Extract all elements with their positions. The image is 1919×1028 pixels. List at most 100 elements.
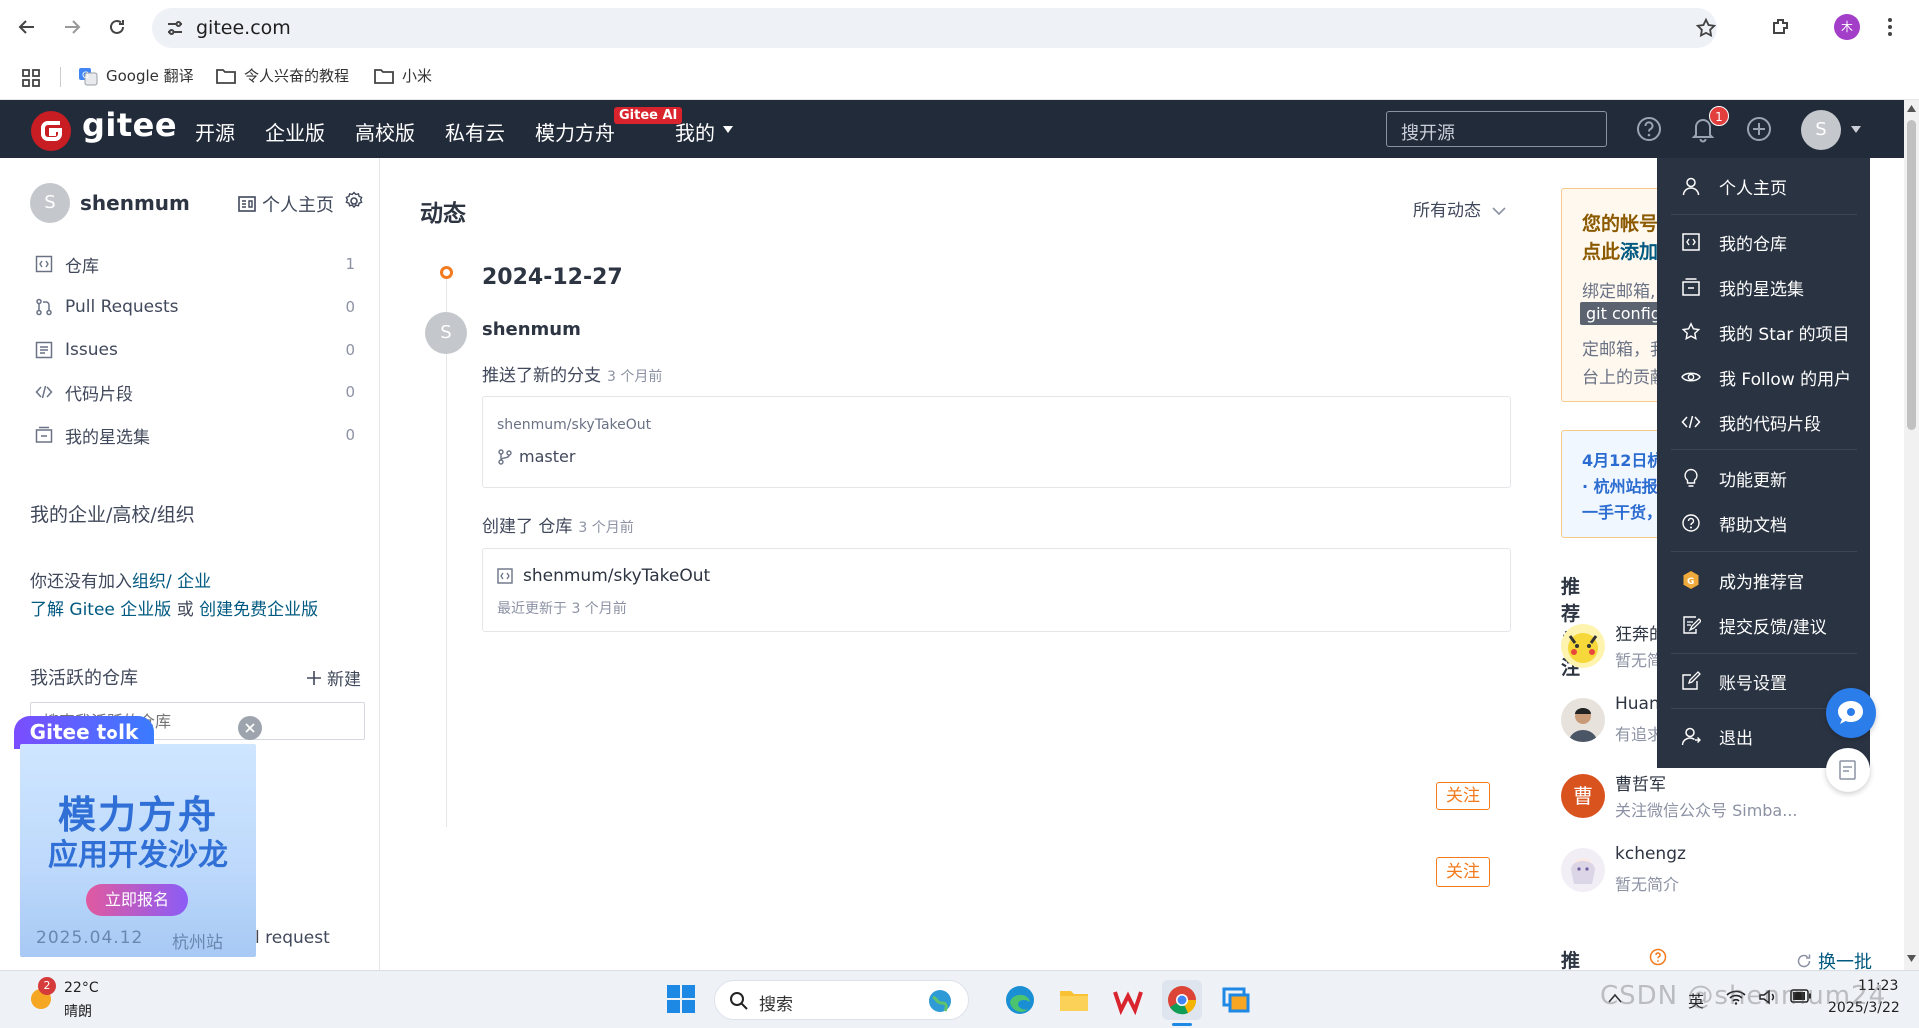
forward-button[interactable]: [54, 9, 90, 45]
homepage-link[interactable]: 个人主页: [238, 191, 334, 217]
page-scrollbar[interactable]: [1904, 100, 1919, 970]
notice-add-link[interactable]: 添加: [1620, 241, 1658, 263]
created-repo-link[interactable]: shenmum/skyTakeOut: [497, 566, 710, 586]
promo-popup[interactable]: Gitee t lk 模力方舟 应用开发沙龙 立即报名 2025.04.12 杭州…: [14, 716, 256, 957]
recommender-icon: G: [1683, 571, 1699, 589]
sidebar-item-pull-requests[interactable]: Pull Requests 0: [35, 292, 355, 322]
scroll-up-icon: [1907, 105, 1916, 112]
promo-banner[interactable]: 模力方舟 应用开发沙龙 立即报名 2025.04.12 杭州站: [20, 744, 256, 957]
feed-username[interactable]: shenmum: [482, 319, 581, 340]
enterprise-link[interactable]: 企业: [177, 572, 211, 592]
chat-bubble-icon: [1838, 701, 1863, 724]
nav-open-source[interactable]: 开源: [195, 117, 235, 146]
recommend-user-avatar[interactable]: [1561, 624, 1605, 668]
taskbar-remote-app[interactable]: [1216, 980, 1256, 1020]
follow-button[interactable]: 关注: [1436, 857, 1490, 887]
nav-enterprise[interactable]: 企业版: [265, 117, 325, 146]
nav-moli-fangzhou[interactable]: 模力方舟: [535, 117, 615, 146]
promo-register-button[interactable]: 立即报名: [86, 884, 188, 916]
address-bar[interactable]: gitee.com: [152, 8, 1717, 48]
reload-button[interactable]: [99, 9, 135, 45]
recommend-user-avatar[interactable]: 曹: [1561, 774, 1605, 818]
brand-name[interactable]: gitee: [82, 106, 177, 144]
header-avatar[interactable]: S: [1801, 110, 1841, 150]
sidebar-username[interactable]: shenmum: [80, 191, 190, 215]
sidebar-item-issues[interactable]: Issues 0: [35, 335, 355, 365]
recommend-user-name[interactable]: Huan: [1615, 694, 1660, 714]
taskbar-file-explorer[interactable]: [1054, 980, 1094, 1020]
assistant-float-button[interactable]: [1826, 688, 1876, 738]
menu-item-label: 我的 Star 的项目: [1719, 324, 1850, 345]
feed-filter-dropdown[interactable]: 所有动态: [1413, 196, 1506, 221]
start-button[interactable]: [666, 984, 696, 1014]
taskbar-edge[interactable]: [1000, 980, 1040, 1020]
extensions-icon[interactable]: [1770, 16, 1792, 38]
help-circle-icon[interactable]: [1649, 948, 1667, 966]
event-repo-link[interactable]: shenmum/skyTakeOut: [497, 417, 651, 433]
homepage-label: 个人主页: [262, 195, 334, 216]
menu-item-profile[interactable]: 个人主页: [1681, 171, 1861, 201]
apps-grid-icon[interactable]: [22, 69, 40, 87]
recommend-user-row[interactable]: 曹 曹哲军 关注微信公众号 Simba...: [1561, 770, 1861, 830]
org-link[interactable]: 组织: [132, 572, 166, 592]
notice-action-text: 点此: [1582, 241, 1621, 263]
recommend-user-name[interactable]: kchengz: [1615, 844, 1686, 864]
sidebar-item-label: Issues: [65, 340, 118, 360]
taskbar-chrome[interactable]: [1162, 980, 1202, 1020]
feedback-float-button[interactable]: [1826, 748, 1870, 792]
pull-request-icon: [36, 298, 52, 316]
menu-item-starred[interactable]: 我的 Star 的项目: [1681, 317, 1861, 347]
nav-private-cloud[interactable]: 私有云: [445, 117, 505, 146]
bookmark-folder-xiaomi[interactable]: 小米: [374, 65, 432, 86]
gitee-ai-badge[interactable]: Gitee AI: [614, 107, 683, 124]
folder-icon: [216, 68, 236, 84]
bookmark-google-translate[interactable]: G Google 翻译: [78, 65, 194, 86]
new-repo-button[interactable]: 新建: [306, 665, 361, 690]
caret-down-icon[interactable]: [1851, 126, 1861, 133]
more-menu-icon[interactable]: [1887, 16, 1893, 38]
menu-item-recommender[interactable]: G 成为推荐官: [1681, 565, 1861, 595]
taskbar-wps[interactable]: [1108, 980, 1148, 1020]
sidebar-item-snippets[interactable]: 代码片段 0: [35, 377, 355, 407]
recommend-user-name[interactable]: 曹哲军: [1615, 770, 1666, 795]
menu-item-my-collections[interactable]: 我的星选集: [1681, 272, 1861, 302]
back-arrow-icon: [18, 20, 34, 34]
gear-icon[interactable]: [344, 191, 364, 211]
follow-button[interactable]: 关注: [1436, 782, 1490, 810]
sidebar-pull-request-partial[interactable]: l request: [255, 928, 330, 948]
back-button[interactable]: [9, 9, 45, 45]
menu-item-my-snippets[interactable]: 我的代码片段: [1681, 407, 1861, 437]
profile-avatar[interactable]: 木: [1834, 14, 1860, 40]
branch-link[interactable]: master: [497, 447, 575, 466]
collection-icon: [35, 426, 53, 443]
learn-enterprise-link[interactable]: 了解 Gitee 企业版: [30, 600, 171, 620]
menu-item-my-repos[interactable]: 我的仓库: [1681, 227, 1861, 257]
search-input[interactable]: 搜开源: [1386, 111, 1607, 147]
bookmark-folder-tutorials[interactable]: 令人兴奋的教程: [216, 65, 349, 86]
branch-name: master: [519, 447, 576, 466]
sidebar-item-repos[interactable]: 仓库 1: [35, 249, 355, 279]
recommend-user-desc: 有追求: [1615, 725, 1664, 744]
promo-close-button[interactable]: [238, 716, 262, 740]
create-enterprise-link[interactable]: 创建免费企业版: [199, 600, 318, 620]
recommend-user-row[interactable]: kchengz 暂无简介: [1561, 844, 1861, 904]
sidebar-item-label: 我的星选集: [65, 427, 150, 448]
scroll-thumb[interactable]: [1907, 120, 1916, 430]
gitee-logo[interactable]: [30, 110, 72, 152]
recommend-user-avatar[interactable]: [1561, 698, 1605, 742]
menu-item-updates[interactable]: 功能更新: [1681, 463, 1861, 493]
menu-item-feedback[interactable]: 提交反馈/建议: [1681, 610, 1861, 640]
sidebar-item-collections[interactable]: 我的星选集 0: [35, 420, 355, 450]
talk-dot-icon: [107, 729, 118, 739]
plus-circle-icon[interactable]: [1744, 114, 1774, 144]
feed-avatar[interactable]: S: [425, 312, 467, 354]
recommend-user-avatar[interactable]: [1561, 848, 1605, 892]
nav-education[interactable]: 高校版: [355, 117, 415, 146]
menu-item-help[interactable]: 帮助文档: [1681, 508, 1861, 538]
taskbar-search[interactable]: 搜索: [714, 980, 969, 1020]
nav-mine[interactable]: 我的: [675, 117, 715, 146]
menu-item-following[interactable]: 我 Follow 的用户: [1681, 362, 1861, 392]
sidebar-avatar[interactable]: S: [30, 183, 70, 223]
help-icon[interactable]: [1634, 114, 1664, 144]
promo-city: 杭州站: [172, 933, 223, 953]
